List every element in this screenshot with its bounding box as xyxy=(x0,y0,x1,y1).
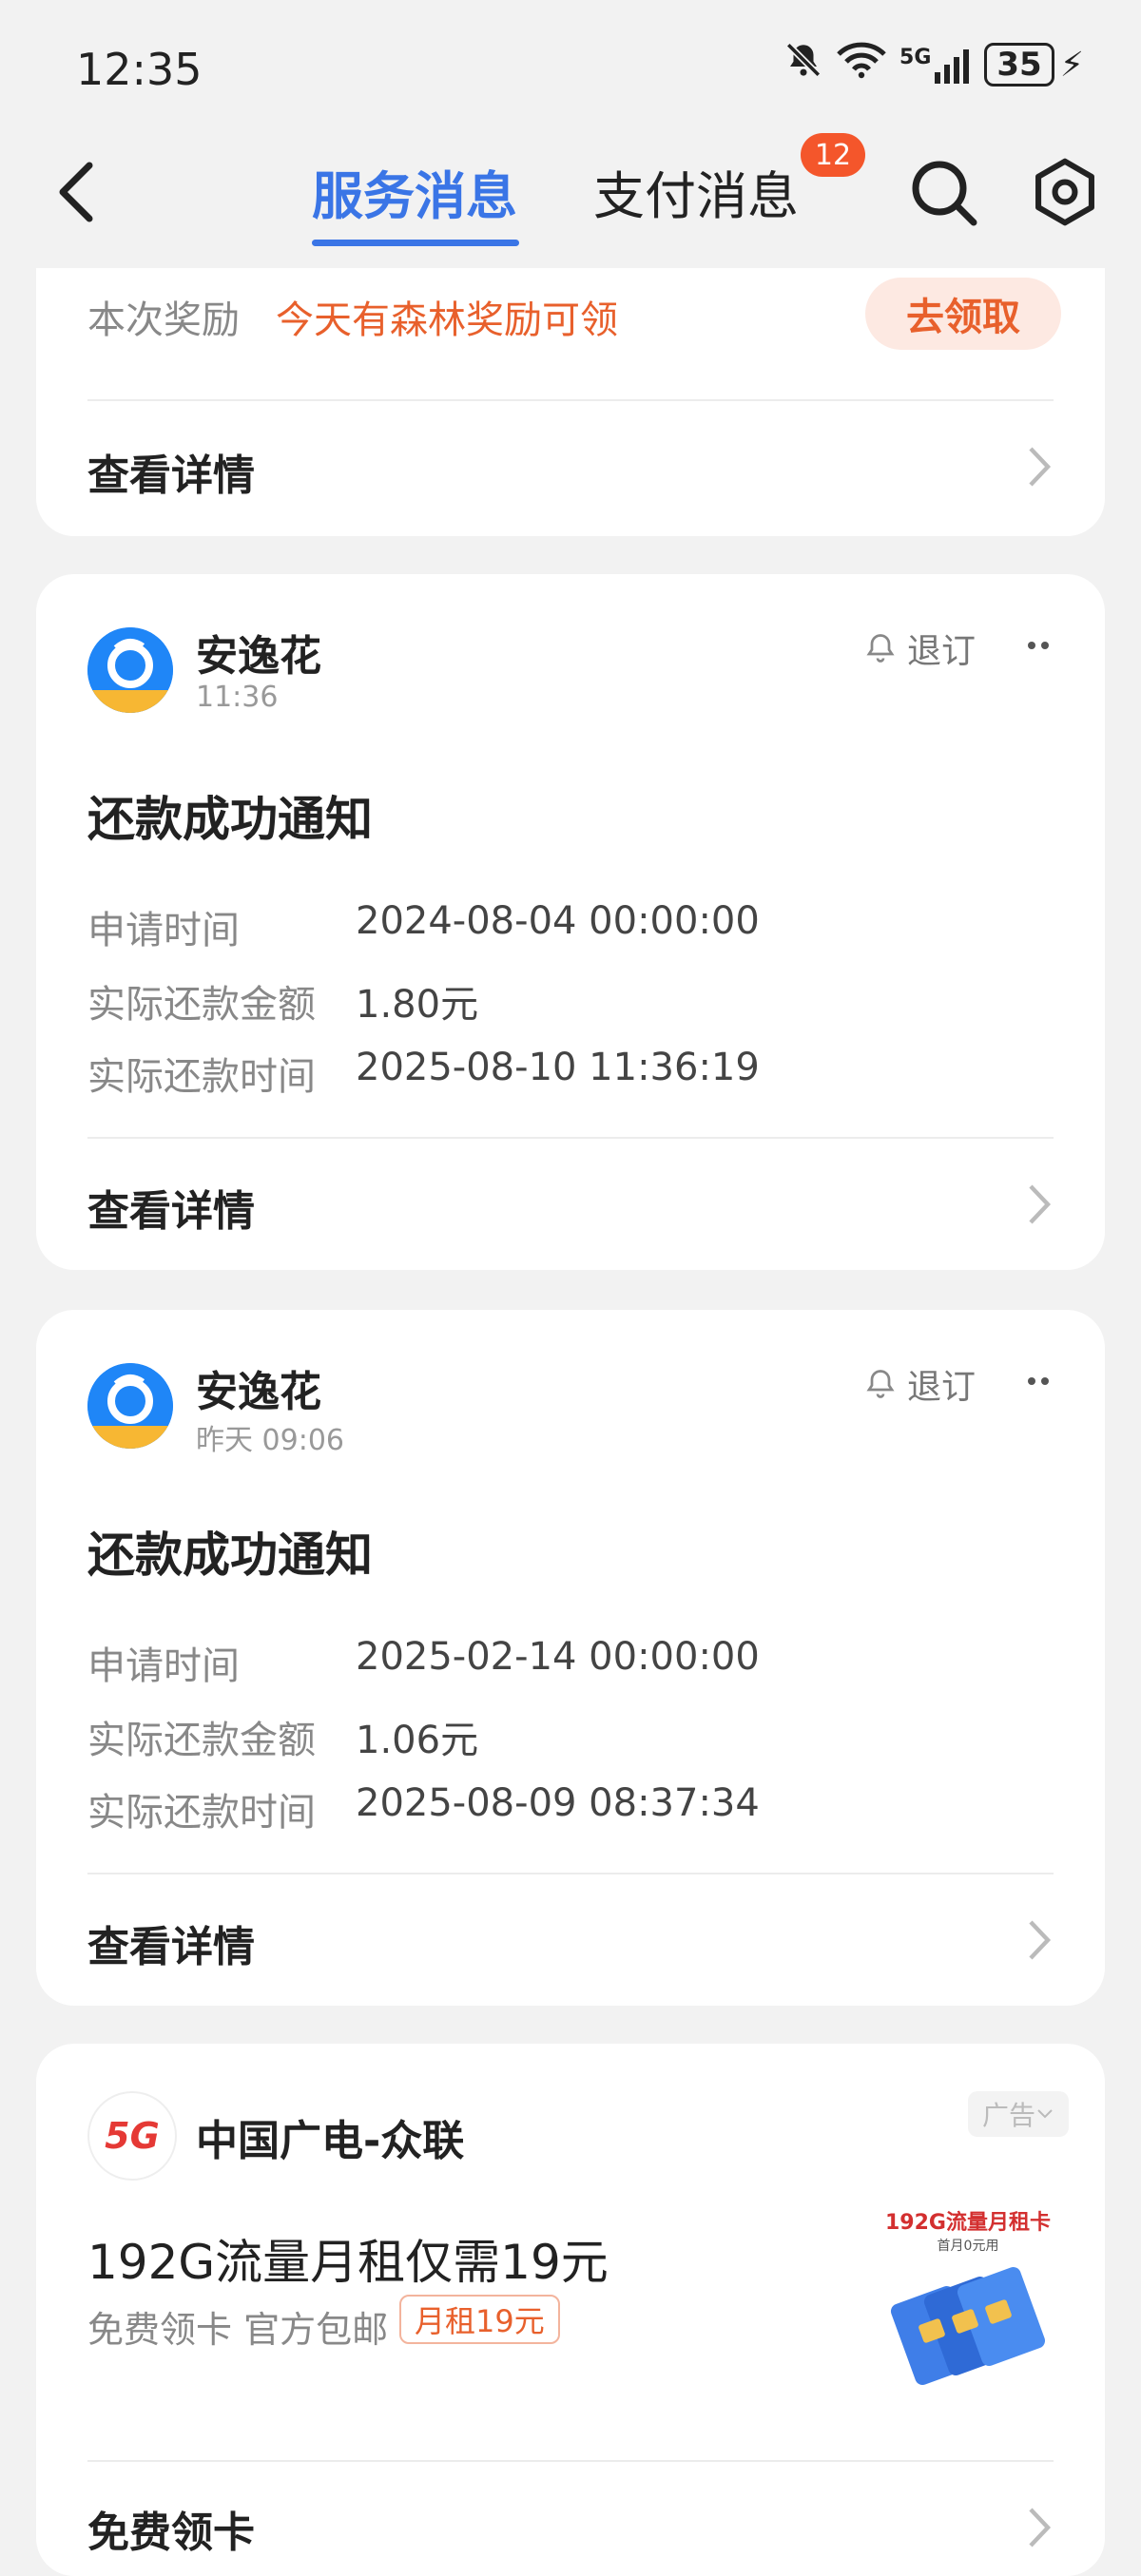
charging-icon: ⚡ xyxy=(1059,45,1084,85)
free-card-link[interactable]: 免费领卡 xyxy=(87,2498,255,2559)
message-title: 还款成功通知 xyxy=(87,1528,373,1583)
settings-button[interactable] xyxy=(1029,156,1105,232)
field-label: 申请时间 xyxy=(87,1644,240,1688)
price-tag: 月租19元 xyxy=(399,2295,560,2344)
mute-bell-icon xyxy=(783,40,823,89)
ad-badge-label: 广告 xyxy=(981,2100,1035,2131)
unsubscribe-button[interactable]: 退订 xyxy=(863,624,976,673)
field-value: 2025-08-10 11:36:19 xyxy=(356,1046,760,1089)
top-nav: 服务消息 支付消息 12 xyxy=(0,133,1141,257)
ad-sender-name: 中国广电-众联 xyxy=(196,2117,465,2165)
more-options-button[interactable] xyxy=(1025,622,1054,663)
sim-card-image: 192G流量月租卡 首月0元用 xyxy=(882,2205,1054,2395)
field-label: 实际还款金额 xyxy=(87,983,316,1027)
status-icons: 5G 35 ⚡ xyxy=(783,40,1084,89)
sender-name: 安逸花 xyxy=(196,632,321,681)
field-label: 实际还款金额 xyxy=(87,1719,316,1762)
view-details-link[interactable]: 查看详情 xyxy=(87,1913,255,1973)
ad-card[interactable]: 5G 中国广电-众联 广告 192G流量月租仅需19元 免费领卡 官方包邮 月租… xyxy=(36,2044,1105,2576)
status-time: 12:35 xyxy=(76,44,203,95)
avatar xyxy=(87,627,173,713)
view-details-link[interactable]: 查看详情 xyxy=(87,1177,255,1238)
chevron-right-icon xyxy=(1029,2508,1052,2547)
divider xyxy=(87,399,1054,401)
message-time: 11:36 xyxy=(196,681,279,714)
unsubscribe-button[interactable]: 退订 xyxy=(863,1359,976,1409)
message-time: 昨天 09:06 xyxy=(196,1424,344,1457)
sender-name: 安逸花 xyxy=(196,1368,321,1416)
network-type: 5G xyxy=(899,46,932,69)
field-label: 申请时间 xyxy=(87,909,240,952)
unread-badge: 12 xyxy=(801,133,865,177)
ad-image-subtitle: 首月0元用 xyxy=(937,2239,999,2254)
unsubscribe-label: 退订 xyxy=(906,1368,976,1407)
field-label: 实际还款时间 xyxy=(87,1055,316,1099)
tab-service-messages[interactable]: 服务消息 xyxy=(312,154,517,229)
wifi-icon xyxy=(837,40,886,89)
chevron-right-icon xyxy=(1029,1920,1052,1960)
divider xyxy=(87,2460,1054,2462)
anyihua-logo-icon xyxy=(87,627,173,713)
bell-icon xyxy=(866,1370,895,1398)
message-card: 安逸花 昨天 09:06 退订 还款成功通知 申请时间 2025-02-14 0… xyxy=(36,1310,1105,2006)
more-dots-icon xyxy=(1028,1377,1049,1385)
back-button[interactable] xyxy=(48,154,105,230)
reward-card: 本次奖励 今天有森林奖励可领 去领取 查看详情 xyxy=(36,268,1105,536)
more-options-button[interactable] xyxy=(1025,1357,1054,1399)
chevron-right-icon xyxy=(1029,447,1052,487)
unsubscribe-label: 退订 xyxy=(906,632,976,671)
ad-title: 192G流量月租仅需19元 xyxy=(87,2235,609,2290)
logo-text: 5G xyxy=(105,2115,160,2157)
search-icon xyxy=(912,161,977,226)
field-value: 2025-02-14 00:00:00 xyxy=(356,1635,760,1679)
divider xyxy=(87,1873,1054,1874)
ad-badge[interactable]: 广告 xyxy=(968,2091,1069,2137)
broadcast-5g-logo: 5G xyxy=(87,2091,177,2181)
field-value: 2025-08-09 08:37:34 xyxy=(356,1781,760,1825)
view-details-link[interactable]: 查看详情 xyxy=(87,441,255,502)
field-label: 实际还款时间 xyxy=(87,1791,316,1835)
ad-image-title: 192G流量月租卡 xyxy=(885,2211,1051,2235)
bell-icon xyxy=(866,634,895,663)
battery-indicator: 35 ⚡ xyxy=(984,43,1084,87)
signal-5g-icon: 5G xyxy=(899,46,971,84)
avatar xyxy=(87,1363,173,1449)
more-dots-icon xyxy=(1028,642,1049,649)
claim-reward-button[interactable]: 去领取 xyxy=(865,278,1061,350)
back-arrow-icon xyxy=(59,162,93,222)
gear-icon xyxy=(1035,158,1094,226)
field-value: 2024-08-04 00:00:00 xyxy=(356,899,760,943)
anyihua-logo-icon xyxy=(87,1363,173,1449)
status-bar: 12:35 5G 35 ⚡ xyxy=(0,0,1141,133)
ad-subtitle: 免费领卡 官方包邮 xyxy=(87,2309,389,2351)
message-title: 还款成功通知 xyxy=(87,792,373,847)
search-button[interactable] xyxy=(905,154,981,230)
sim-cards-icon xyxy=(890,2266,1046,2386)
message-card: 安逸花 11:36 退订 还款成功通知 申请时间 2024-08-04 00:0… xyxy=(36,574,1105,1270)
field-value: 1.80元 xyxy=(356,983,479,1027)
reward-label: 本次奖励 xyxy=(87,298,240,342)
reward-text: 今天有森林奖励可领 xyxy=(276,298,618,342)
field-value: 1.06元 xyxy=(356,1719,479,1762)
tab-payment-messages[interactable]: 支付消息 xyxy=(593,154,799,229)
chevron-right-icon xyxy=(1029,1184,1052,1224)
active-tab-indicator xyxy=(312,240,519,246)
battery-level: 35 xyxy=(984,43,1054,87)
divider xyxy=(87,1137,1054,1139)
chevron-down-icon xyxy=(1037,2109,1053,2119)
